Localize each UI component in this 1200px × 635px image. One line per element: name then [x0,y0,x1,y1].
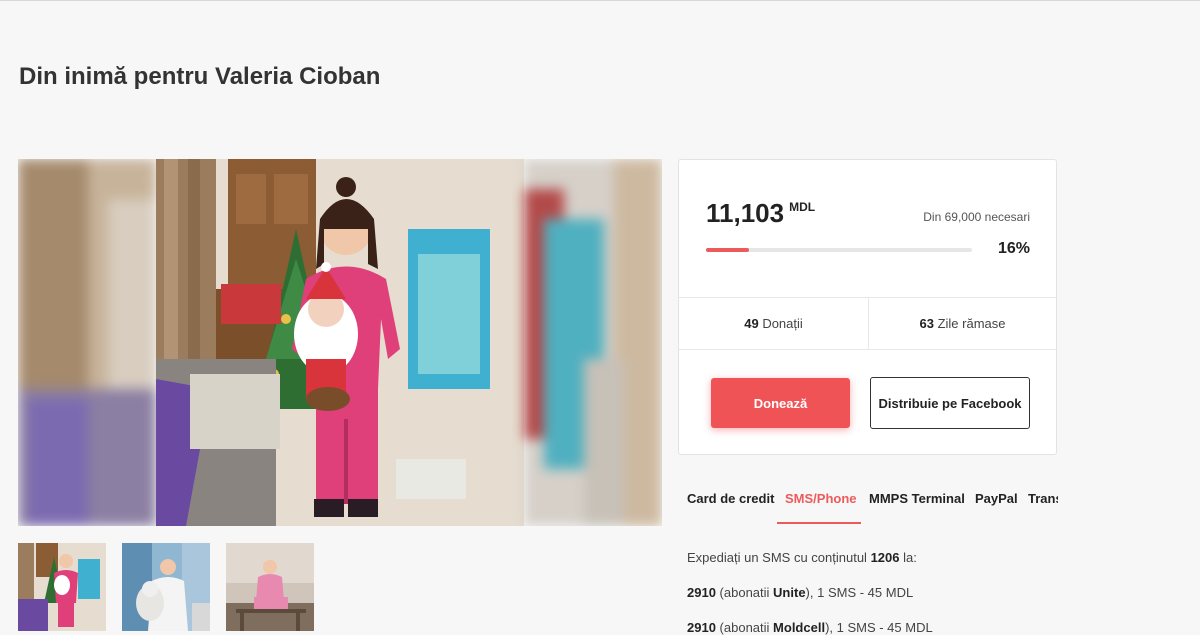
sms-line-moldcell: 2910 (abonatii Moldcell), 1 SMS - 45 MDL [687,620,933,635]
thumbnail-2[interactable] [122,543,210,631]
sms-line-pre: (abonatii [719,620,770,635]
sms-code: 1206 [870,550,900,565]
sms-number: 2910 [687,585,716,600]
sms-line-post: ), 1 SMS - 45 MDL [805,585,914,600]
days-left-stat: 63 Zile rămase [868,316,1057,331]
currency-label: MDL [789,200,816,214]
progress-bar [706,248,972,252]
progress-bar-fill [706,248,749,252]
tab-transfer[interactable]: Trans [1028,491,1058,506]
sms-line-pre: (abonatii [719,585,770,600]
sms-number: 2910 [687,620,716,635]
raised-amount: 11,103 MDL [706,198,815,229]
main-photo[interactable] [156,159,524,526]
days-count: 63 [919,316,934,331]
donation-card: 11,103 MDL Din 69,000 necesari 16% 49 Don… [678,159,1057,455]
sms-operator: Unite [773,585,806,600]
donations-count: 49 [744,316,759,331]
share-facebook-button[interactable]: Distribuie pe Facebook [870,377,1030,429]
tab-mmps-terminal[interactable]: MMPS Terminal [869,491,965,506]
thumbnail-strip [18,543,314,631]
days-label: Zile rămase [937,316,1006,331]
donate-button[interactable]: Donează [711,378,850,428]
sms-operator: Moldcell [773,620,826,635]
goal-text: Din 69,000 necesari [923,210,1030,224]
divider [679,349,1056,350]
donations-label: Donații [762,316,803,331]
tab-credit-card[interactable]: Card de credit [687,491,774,506]
donations-stat: 49 Donații [679,316,868,331]
active-tab-indicator [777,522,861,524]
progress-percent: 16% [997,240,1030,257]
sms-intro-suffix: la: [903,550,917,565]
payment-tabs: Card de credit SMS/Phone MMPS Terminal P… [678,484,1058,526]
thumbnail-1[interactable] [18,543,106,631]
page-title: Din inimă pentru Valeria Cioban [19,63,381,90]
raised-amount-value: 11,103 [706,198,785,228]
sms-line-unite: 2910 (abonatii Unite), 1 SMS - 45 MDL [687,585,913,600]
tab-paypal[interactable]: PayPal [975,491,1018,506]
previous-photo-preview[interactable] [18,159,156,526]
next-photo-preview[interactable] [524,159,662,526]
sms-line-post: ), 1 SMS - 45 MDL [825,620,933,635]
sms-intro-text: Expediați un SMS cu conținutul [687,550,867,565]
sms-instructions: Expediați un SMS cu conținutul 1206 la: [687,550,917,565]
tab-sms-phone[interactable]: SMS/Phone [785,491,857,506]
thumbnail-3[interactable] [226,543,314,631]
photo-gallery[interactable] [18,159,662,526]
